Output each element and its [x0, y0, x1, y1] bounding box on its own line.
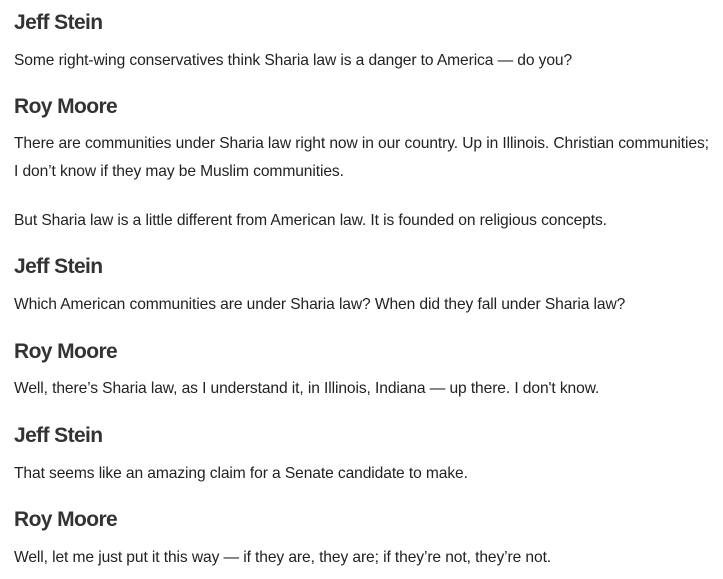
speaker-name: Roy Moore	[14, 95, 118, 118]
dialogue-line: That seems like an amazing claim for a S…	[14, 465, 468, 482]
speaker-name: Roy Moore	[14, 508, 118, 531]
dialogue-line: There are communities under Sharia law r…	[14, 135, 709, 180]
speaker-name: Roy Moore	[14, 340, 118, 363]
dialogue-line: Which American communities are under Sha…	[14, 296, 626, 313]
speaker-name: Jeff Stein	[14, 255, 103, 278]
speaker-name: Jeff Stein	[14, 424, 103, 447]
dialogue-line: Well, there’s Sharia law, as I understan…	[14, 380, 600, 397]
dialogue-line: Well, let me just put it this way — if t…	[14, 549, 552, 566]
dialogue-line: But Sharia law is a little different fro…	[14, 212, 607, 229]
dialogue-line: Some right-wing conservatives think Shar…	[14, 52, 573, 69]
speaker-name: Jeff Stein	[14, 11, 103, 34]
